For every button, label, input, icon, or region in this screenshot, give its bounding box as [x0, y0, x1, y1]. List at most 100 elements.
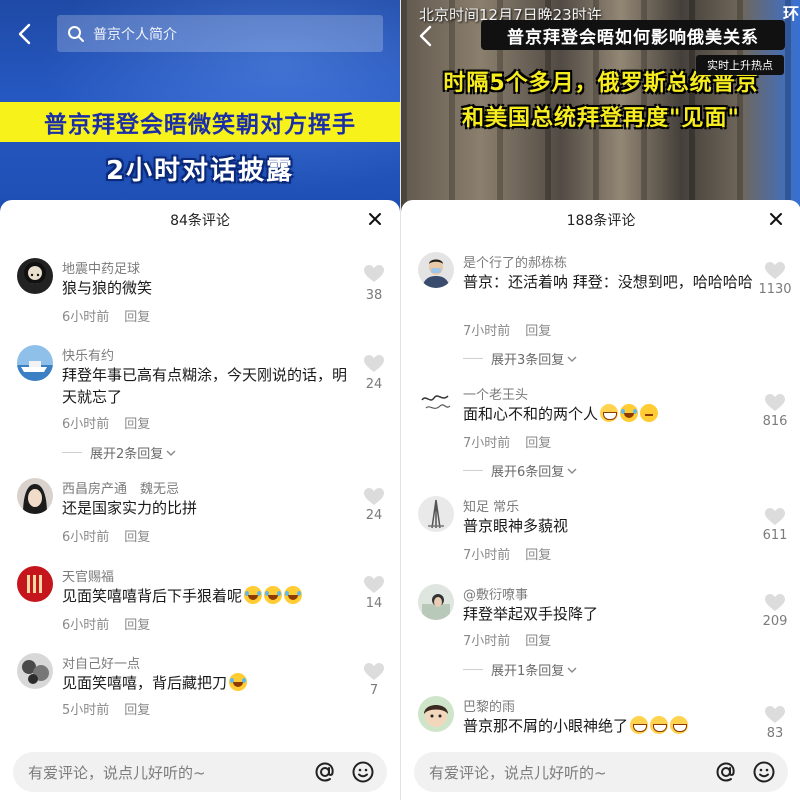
- comment-username[interactable]: 天官赐福: [62, 566, 114, 585]
- search-bar[interactable]: 普京个人简介: [57, 15, 383, 52]
- comment-username[interactable]: 知足 常乐: [463, 496, 519, 515]
- comment-item: 一个老王头 面和心不和的两个人 7小时前 回复 816 展开6条回复: [401, 384, 800, 484]
- expand-replies-label: 展开6条回复: [491, 465, 565, 480]
- comment-item: 是个行了的郝栋栋 普京：还活着呐 拜登：没想到吧，哈哈哈哈 7小时前 回复 113…: [401, 252, 800, 372]
- expand-replies-label: 展开1条回复: [491, 664, 565, 679]
- comment-username[interactable]: 是个行了的郝栋栋: [463, 252, 567, 271]
- heart-icon[interactable]: [765, 594, 785, 612]
- reply-button[interactable]: 回复: [525, 436, 551, 451]
- comment-text-content: 普京那不屑的小眼神绝了: [463, 717, 629, 735]
- comment-text-content: 面和心不和的两个人: [463, 405, 599, 423]
- divider: [463, 669, 483, 670]
- comment-text: 普京：还活着呐 拜登：没想到吧，哈哈哈哈: [463, 273, 753, 291]
- heart-icon[interactable]: [765, 706, 785, 724]
- comment-username[interactable]: 地震中药足球: [62, 258, 140, 277]
- laughing-crying-emoji-icon: [229, 673, 248, 691]
- avatar[interactable]: [418, 696, 454, 732]
- comment-meta: 6小时前 回复: [62, 306, 150, 325]
- comment-input[interactable]: 有爱评论，说点儿好听的~: [13, 752, 387, 792]
- heart-icon[interactable]: [364, 663, 384, 681]
- avatar[interactable]: [17, 653, 53, 689]
- comment-item: 知足 常乐 普京眼神多藐视 7小时前 回复 611: [401, 496, 800, 566]
- like-count: 7: [369, 683, 379, 698]
- comment-username[interactable]: 西昌房产通 魏无忌: [62, 478, 179, 497]
- at-sign-icon[interactable]: [313, 760, 337, 784]
- comment-meta: 5小时前 回复: [62, 699, 150, 718]
- expand-replies-button[interactable]: 展开2条回复: [62, 443, 176, 462]
- reply-button[interactable]: 回复: [124, 618, 150, 633]
- heart-icon[interactable]: [364, 265, 384, 283]
- avatar[interactable]: [418, 384, 454, 420]
- channel-logo-text: 环: [782, 4, 799, 23]
- like-count: 24: [365, 508, 383, 523]
- comment-username[interactable]: 一个老王头: [463, 384, 528, 403]
- expand-replies-button[interactable]: 展开6条回复: [463, 461, 577, 480]
- heart-icon[interactable]: [364, 355, 384, 373]
- like-count: 1130: [758, 282, 792, 297]
- comment-text: 面和心不和的两个人: [463, 403, 753, 425]
- like-count: 83: [766, 726, 784, 741]
- divider: [463, 470, 483, 471]
- comment-username[interactable]: 对自己好一点: [62, 653, 140, 672]
- heart-icon[interactable]: [765, 394, 785, 412]
- reply-button[interactable]: 回复: [525, 324, 551, 339]
- reply-button[interactable]: 回复: [124, 703, 150, 718]
- comment-count-title: 188条评论: [566, 213, 636, 229]
- comment-time: 5小时前: [62, 703, 110, 718]
- laughing-crying-emoji-icon: [244, 586, 263, 604]
- comment-username[interactable]: 巴黎的雨: [463, 696, 515, 715]
- avatar[interactable]: [17, 345, 53, 381]
- comment-username[interactable]: @敷衍嘹事: [463, 584, 528, 603]
- comment-item: 西昌房产通 魏无忌 还是国家实力的比拼 6小时前 回复 24: [0, 478, 400, 548]
- comment-sheet: 84条评论 地震中药足球 狼与狼的微笑 6小时前 回复 38 快乐有约 拜登年事已…: [0, 200, 400, 800]
- comment-text: 见面笑嘻嘻，背后藏把刀: [62, 672, 352, 694]
- comment-count-title: 84条评论: [170, 213, 230, 229]
- comment-text-content: 见面笑嘻嘻，背后藏把刀: [62, 674, 228, 692]
- comment-input[interactable]: 有爱评论，说点儿好听的~: [414, 752, 788, 792]
- grinning-emoji-icon: [600, 404, 619, 422]
- video-caption-line2: 和美国总统拜登再度"见面": [462, 106, 740, 131]
- smiley-icon[interactable]: [351, 760, 375, 784]
- video-player[interactable]: 普京个人简介 普京拜登会晤微笑朝对方挥手 2小时对话披露: [0, 0, 400, 215]
- left-screenshot: 普京个人简介 普京拜登会晤微笑朝对方挥手 2小时对话披露 84条评论 地震中药足…: [0, 0, 400, 800]
- back-arrow-icon[interactable]: [415, 24, 439, 48]
- comment-time: 6小时前: [62, 530, 110, 545]
- heart-icon[interactable]: [364, 576, 384, 594]
- reply-button[interactable]: 回复: [525, 634, 551, 649]
- divider: [463, 358, 483, 359]
- comment-text-content: 见面笑嘻嘻背后下手狠着呢: [62, 587, 243, 605]
- comment-time: 7小时前: [463, 634, 511, 649]
- divider: [62, 452, 82, 453]
- close-icon[interactable]: [368, 212, 382, 226]
- topic-title[interactable]: 普京拜登会晤如何影响俄美关系: [481, 20, 785, 50]
- grinning-emoji-icon: [650, 716, 669, 734]
- comment-time: 7小时前: [463, 436, 511, 451]
- avatar[interactable]: [17, 478, 53, 514]
- avatar[interactable]: [17, 566, 53, 602]
- heart-icon[interactable]: [765, 262, 785, 280]
- search-icon: [68, 25, 84, 42]
- grinning-emoji-icon: [630, 716, 649, 734]
- heart-icon[interactable]: [364, 488, 384, 506]
- avatar[interactable]: [418, 252, 454, 288]
- avatar[interactable]: [418, 496, 454, 532]
- reply-button[interactable]: 回复: [525, 548, 551, 563]
- heart-icon[interactable]: [765, 508, 785, 526]
- comment-meta: 7小时前 回复: [463, 320, 551, 339]
- reply-button[interactable]: 回复: [124, 417, 150, 432]
- reply-button[interactable]: 回复: [124, 530, 150, 545]
- avatar[interactable]: [418, 584, 454, 620]
- smiley-icon[interactable]: [752, 760, 776, 784]
- video-subheadline: 2小时对话披露: [105, 156, 295, 186]
- expand-replies-button[interactable]: 展开1条回复: [463, 660, 577, 679]
- avatar[interactable]: [17, 258, 53, 294]
- at-sign-icon[interactable]: [714, 760, 738, 784]
- like-count: 24: [365, 377, 383, 392]
- comment-item: 对自己好一点 见面笑嘻嘻，背后藏把刀 5小时前 回复 7: [0, 653, 400, 723]
- close-icon[interactable]: [769, 212, 783, 226]
- expand-replies-button[interactable]: 展开3条回复: [463, 349, 577, 368]
- reply-button[interactable]: 回复: [124, 310, 150, 325]
- video-player[interactable]: 北京时间12月7日晚23时许 环 普京拜登会晤如何影响俄美关系 实时上升热点 时…: [401, 0, 800, 215]
- comment-username[interactable]: 快乐有约: [62, 345, 114, 364]
- back-arrow-icon[interactable]: [14, 22, 38, 46]
